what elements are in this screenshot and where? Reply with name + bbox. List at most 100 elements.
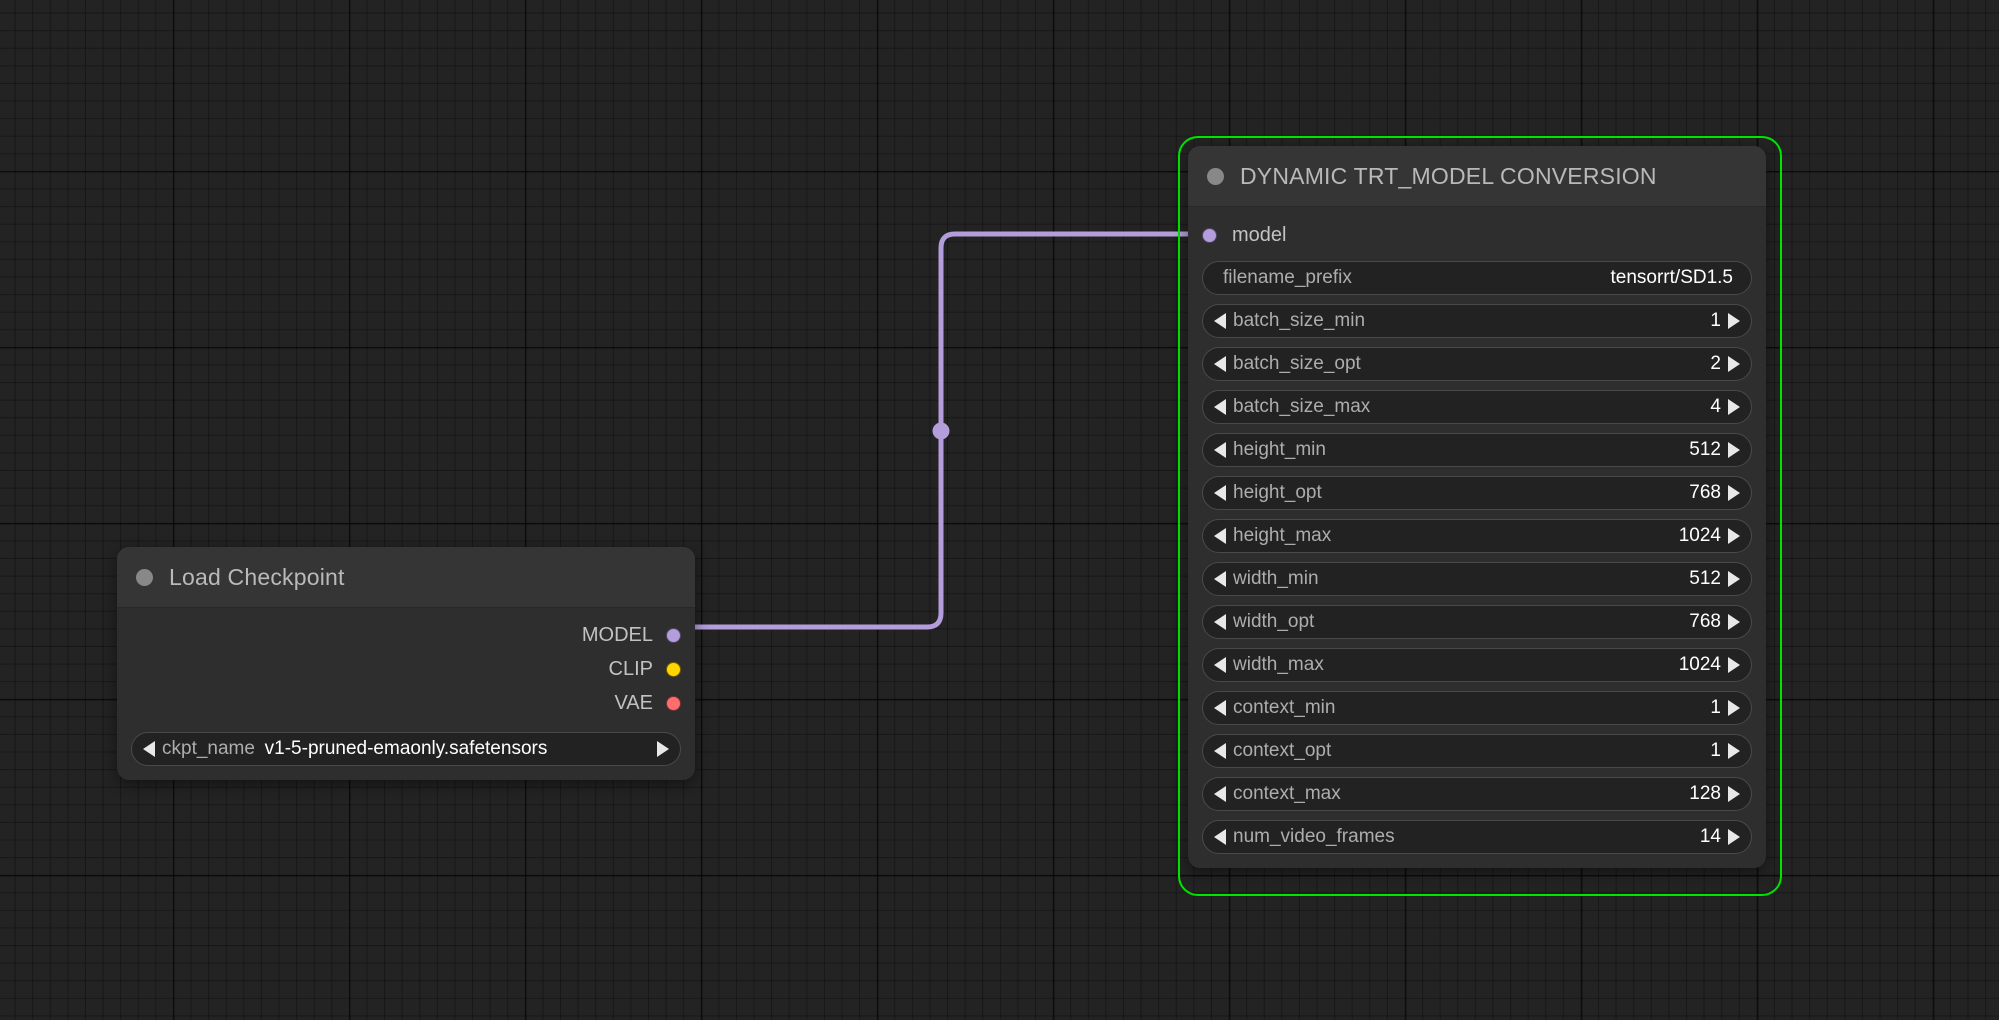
chevron-left-icon[interactable] xyxy=(1214,614,1226,630)
chevron-right-icon[interactable] xyxy=(1728,786,1740,802)
widget-value: 512 xyxy=(1689,439,1721,461)
chevron-left-icon[interactable] xyxy=(1214,356,1226,372)
widget-width-max[interactable]: width_max 1024 xyxy=(1202,648,1752,682)
widget-context-opt[interactable]: context_opt 1 xyxy=(1202,734,1752,768)
widget-value: 1024 xyxy=(1679,654,1721,676)
node-graph-canvas[interactable]: Load Checkpoint MODEL CLIP VAE ckpt_name… xyxy=(0,0,1999,1020)
widget-value: 768 xyxy=(1689,611,1721,633)
widget-label: height_min xyxy=(1233,439,1326,461)
slot-dot-clip[interactable] xyxy=(666,662,681,677)
chevron-left-icon[interactable] xyxy=(1214,442,1226,458)
chevron-left-icon[interactable] xyxy=(1214,399,1226,415)
chevron-left-icon[interactable] xyxy=(1214,571,1226,587)
chevron-right-icon[interactable] xyxy=(1728,528,1740,544)
chevron-right-icon[interactable] xyxy=(657,741,669,757)
node-body: MODEL CLIP VAE ckpt_name v1-5-pruned-ema… xyxy=(117,618,695,780)
widget-batch-size-min[interactable]: batch_size_min 1 xyxy=(1202,304,1752,338)
widget-context-min[interactable]: context_min 1 xyxy=(1202,691,1752,725)
chevron-right-icon[interactable] xyxy=(1728,399,1740,415)
slot-dot-vae[interactable] xyxy=(666,696,681,711)
chevron-right-icon[interactable] xyxy=(1728,743,1740,759)
widget-value: 14 xyxy=(1700,826,1721,848)
slot-dot-model[interactable] xyxy=(1202,228,1217,243)
widget-label: height_opt xyxy=(1233,482,1322,504)
widget-height-min[interactable]: height_min 512 xyxy=(1202,433,1752,467)
chevron-left-icon[interactable] xyxy=(1214,700,1226,716)
widget-label: num_video_frames xyxy=(1233,826,1395,848)
widget-filename-prefix[interactable]: filename_prefix tensorrt/SD1.5 xyxy=(1202,261,1752,295)
chevron-right-icon[interactable] xyxy=(1728,313,1740,329)
widget-label: context_max xyxy=(1233,783,1341,805)
slot-dot-model[interactable] xyxy=(666,628,681,643)
widget-value: 1 xyxy=(1710,310,1721,332)
chevron-left-icon[interactable] xyxy=(1214,743,1226,759)
widget-batch-size-opt[interactable]: batch_size_opt 2 xyxy=(1202,347,1752,381)
output-slot-label: MODEL xyxy=(582,624,653,647)
widget-value: 128 xyxy=(1689,783,1721,805)
widget-label: filename_prefix xyxy=(1223,267,1352,289)
input-slot-label: model xyxy=(1232,224,1286,247)
widget-label: batch_size_opt xyxy=(1233,353,1361,375)
widget-value: 2 xyxy=(1710,353,1721,375)
circle-icon[interactable] xyxy=(136,569,153,586)
widget-value: 4 xyxy=(1710,396,1721,418)
chevron-right-icon[interactable] xyxy=(1728,829,1740,845)
chevron-left-icon[interactable] xyxy=(1214,829,1226,845)
widget-label: batch_size_max xyxy=(1233,396,1370,418)
widget-value: 1 xyxy=(1710,740,1721,762)
link-center-dot[interactable] xyxy=(933,423,950,440)
widget-label: context_min xyxy=(1233,697,1335,719)
widget-label: height_max xyxy=(1233,525,1331,547)
node-load-checkpoint[interactable]: Load Checkpoint MODEL CLIP VAE ckpt_name… xyxy=(117,547,695,780)
widget-width-opt[interactable]: width_opt 768 xyxy=(1202,605,1752,639)
widget-height-opt[interactable]: height_opt 768 xyxy=(1202,476,1752,510)
node-title: Load Checkpoint xyxy=(169,564,345,591)
output-slot-model[interactable]: MODEL xyxy=(117,618,695,652)
node-title: DYNAMIC TRT_MODEL CONVERSION xyxy=(1240,163,1657,190)
widget-context-max[interactable]: context_max 128 xyxy=(1202,777,1752,811)
node-dynamic-trt-model-conversion[interactable]: DYNAMIC TRT_MODEL CONVERSION model filen… xyxy=(1188,146,1766,868)
widget-value: 1 xyxy=(1710,697,1721,719)
chevron-left-icon[interactable] xyxy=(1214,657,1226,673)
output-slot-vae[interactable]: VAE xyxy=(117,686,695,720)
widget-label: batch_size_min xyxy=(1233,310,1365,332)
chevron-right-icon[interactable] xyxy=(1728,356,1740,372)
chevron-left-icon[interactable] xyxy=(143,741,155,757)
widget-label: context_opt xyxy=(1233,740,1331,762)
widget-label: ckpt_name xyxy=(162,738,255,760)
widget-label: width_min xyxy=(1233,568,1319,590)
circle-icon[interactable] xyxy=(1207,168,1224,185)
widget-value: 1024 xyxy=(1679,525,1721,547)
widget-list: filename_prefix tensorrt/SD1.5 batch_siz… xyxy=(1188,261,1766,854)
widget-height-max[interactable]: height_max 1024 xyxy=(1202,519,1752,553)
chevron-right-icon[interactable] xyxy=(1728,485,1740,501)
widget-label: width_opt xyxy=(1233,611,1314,633)
chevron-right-icon[interactable] xyxy=(1728,657,1740,673)
widget-ckpt-name[interactable]: ckpt_name v1-5-pruned-emaonly.safetensor… xyxy=(131,732,681,766)
link-model-wire[interactable] xyxy=(694,234,1194,627)
input-slot-model[interactable]: model xyxy=(1188,218,1766,252)
widget-list: ckpt_name v1-5-pruned-emaonly.safetensor… xyxy=(117,732,695,766)
output-slot-label: CLIP xyxy=(609,658,653,681)
widget-value: v1-5-pruned-emaonly.safetensors xyxy=(265,738,548,760)
node-header-trt[interactable]: DYNAMIC TRT_MODEL CONVERSION xyxy=(1188,146,1766,207)
chevron-left-icon[interactable] xyxy=(1214,786,1226,802)
chevron-right-icon[interactable] xyxy=(1728,442,1740,458)
chevron-left-icon[interactable] xyxy=(1214,485,1226,501)
chevron-right-icon[interactable] xyxy=(1728,571,1740,587)
widget-value: 768 xyxy=(1689,482,1721,504)
widget-label: width_max xyxy=(1233,654,1324,676)
chevron-left-icon[interactable] xyxy=(1214,313,1226,329)
chevron-left-icon[interactable] xyxy=(1214,528,1226,544)
widget-value: tensorrt/SD1.5 xyxy=(1611,267,1734,289)
chevron-right-icon[interactable] xyxy=(1728,700,1740,716)
widget-num-video-frames[interactable]: num_video_frames 14 xyxy=(1202,820,1752,854)
widget-batch-size-max[interactable]: batch_size_max 4 xyxy=(1202,390,1752,424)
chevron-right-icon[interactable] xyxy=(1728,614,1740,630)
widget-width-min[interactable]: width_min 512 xyxy=(1202,562,1752,596)
node-body: model filename_prefix tensorrt/SD1.5 bat… xyxy=(1188,218,1766,868)
node-header-load-checkpoint[interactable]: Load Checkpoint xyxy=(117,547,695,608)
output-slot-clip[interactable]: CLIP xyxy=(117,652,695,686)
widget-value: 512 xyxy=(1689,568,1721,590)
output-slot-label: VAE xyxy=(614,692,653,715)
